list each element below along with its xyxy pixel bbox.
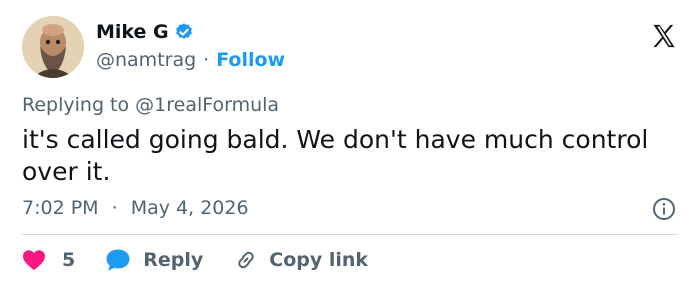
tweet-text: it's called going bald. We don't have mu… bbox=[22, 125, 649, 186]
divider bbox=[22, 234, 678, 235]
like-count: 5 bbox=[62, 249, 76, 271]
tweet-embed: Mike G @namtrag · Follow Replying to @1r… bbox=[0, 0, 700, 287]
link-icon bbox=[238, 251, 254, 269]
action-bar: 5 Reply Copy link bbox=[22, 246, 398, 274]
info-icon[interactable] bbox=[652, 197, 676, 221]
separator-dot: · bbox=[203, 49, 210, 71]
author-handle[interactable]: @namtrag bbox=[96, 48, 196, 72]
reply-mention-link[interactable]: @1realFormula bbox=[135, 94, 279, 116]
copy-link-button[interactable]: Copy link bbox=[233, 248, 368, 272]
tweet-date: May 4, 2026 bbox=[130, 197, 249, 219]
reply-button[interactable]: Reply bbox=[105, 248, 203, 272]
tweet-time: 7:02 PM bbox=[22, 197, 99, 219]
x-logo-icon[interactable] bbox=[650, 22, 678, 50]
like-button[interactable]: 5 bbox=[22, 248, 75, 272]
verified-badge-icon bbox=[174, 22, 194, 42]
avatar[interactable] bbox=[22, 16, 84, 78]
tweet-timestamp[interactable]: 7:02 PM · May 4, 2026 bbox=[22, 196, 249, 220]
display-name[interactable]: Mike G bbox=[96, 20, 169, 44]
replying-to: Replying to @1realFormula bbox=[22, 93, 279, 117]
handle-row: @namtrag · Follow bbox=[96, 48, 285, 72]
replying-prefix: Replying to bbox=[22, 94, 136, 116]
reply-bubble-icon bbox=[106, 249, 130, 271]
copy-link-label: Copy link bbox=[269, 249, 369, 271]
follow-button[interactable]: Follow bbox=[216, 48, 285, 72]
author-name-row: Mike G bbox=[96, 20, 194, 44]
heart-icon bbox=[23, 250, 45, 270]
reply-label: Reply bbox=[143, 249, 204, 271]
meta-separator: · bbox=[111, 197, 118, 219]
